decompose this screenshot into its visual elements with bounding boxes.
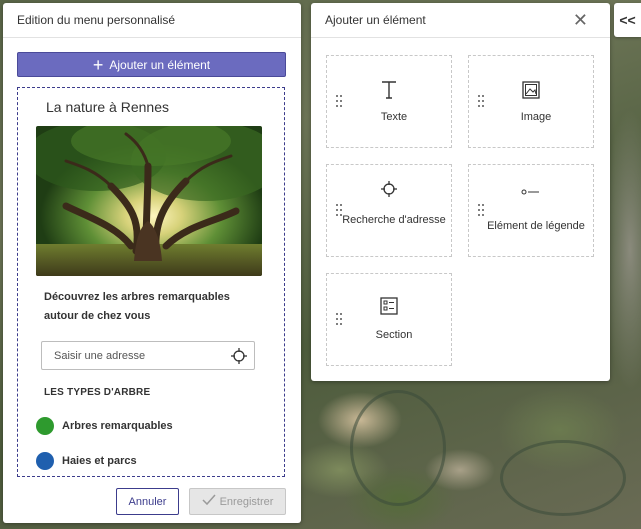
tile-label: Texte <box>380 111 408 123</box>
crosshair-icon[interactable] <box>230 347 248 368</box>
legend-item-label: Haies et parcs <box>62 455 137 467</box>
add-element-button[interactable]: + Ajouter un élément <box>17 52 286 77</box>
section-icon <box>327 296 451 316</box>
editor-title: Edition du menu personnalisé <box>3 3 301 38</box>
crosshair-icon <box>327 180 451 200</box>
plus-icon: + <box>92 54 104 75</box>
menu-preview: La nature à Rennes Découvrez les arbres … <box>17 87 285 477</box>
tile-label: Image <box>520 111 552 123</box>
preview-description[interactable]: Découvrez les arbres remarquables autour… <box>44 288 264 326</box>
preview-title[interactable]: La nature à Rennes <box>46 99 169 115</box>
tile-address-search[interactable]: Recherche d'adresse <box>326 164 452 257</box>
tile-image[interactable]: Image <box>468 55 594 148</box>
tile-text[interactable]: Texte <box>326 55 452 148</box>
tile-section[interactable]: Section <box>326 273 452 366</box>
collapse-panel-button[interactable]: << <box>614 3 641 37</box>
add-element-title: Ajouter un élément ✕ <box>311 3 610 38</box>
legend-item-label: Arbres remarquables <box>62 420 173 432</box>
add-element-label: Ajouter un élément <box>109 57 211 72</box>
tile-legend-element[interactable]: Elément de légende <box>468 164 594 257</box>
save-button[interactable]: Enregistrer <box>189 488 286 515</box>
legend-header[interactable]: LES TYPES D'ARBRE <box>44 387 150 398</box>
address-placeholder: Saisir une adresse <box>54 349 146 362</box>
add-element-title-text: Ajouter un élément <box>325 13 426 27</box>
legend-dot-icon <box>36 417 54 435</box>
drag-handle-icon[interactable] <box>478 204 486 218</box>
tile-label: Elément de légende <box>487 220 585 232</box>
checkmark-icon <box>202 494 216 509</box>
legend-item-remarkable-trees[interactable]: Arbres remarquables <box>36 417 173 435</box>
save-label: Enregistrer <box>219 495 274 508</box>
legend-item-hedges-parks[interactable]: Haies et parcs <box>36 452 137 470</box>
tree-image[interactable] <box>36 126 262 276</box>
image-icon <box>469 80 593 100</box>
close-icon[interactable]: ✕ <box>573 11 588 29</box>
tile-label: Section <box>375 329 413 341</box>
legend-dot-icon <box>36 452 54 470</box>
add-element-panel: Ajouter un élément ✕ Texte Image Recherc… <box>311 3 610 381</box>
cancel-button[interactable]: Annuler <box>116 488 179 515</box>
text-icon <box>327 80 451 100</box>
address-search-input[interactable]: Saisir une adresse <box>41 341 255 370</box>
legend-icon <box>469 185 593 205</box>
menu-editor-panel: Edition du menu personnalisé + Ajouter u… <box>3 3 301 523</box>
tile-label: Recherche d'adresse <box>342 214 446 226</box>
